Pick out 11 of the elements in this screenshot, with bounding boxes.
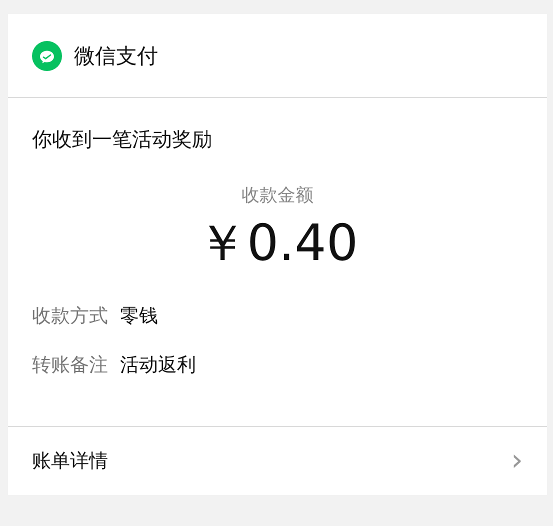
chat-bubble-icon (32, 40, 62, 70)
message-title: 你收到一笔活动奖励 (32, 126, 213, 153)
app-title: 微信支付 (74, 42, 158, 70)
detail-value: 零钱 (120, 304, 158, 329)
detail-label: 转账备注 (32, 353, 108, 378)
amount-value: ￥0.40 (196, 213, 360, 273)
chevron-icon: › (511, 446, 523, 476)
amount-label: 收款金额 (240, 184, 314, 207)
detail-label: 收款方式 (32, 304, 108, 329)
bill-details-link[interactable]: 账单详情 › (8, 426, 547, 495)
detail-value: 活动返利 (120, 353, 196, 378)
